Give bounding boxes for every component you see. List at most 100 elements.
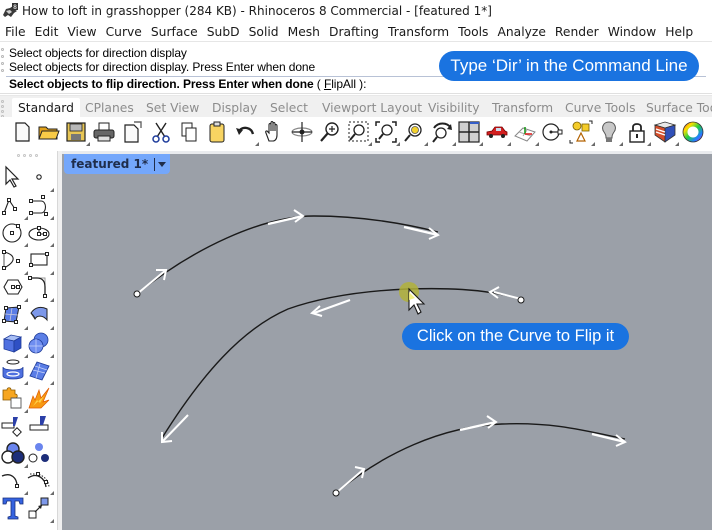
cplane-grid-icon[interactable] — [513, 120, 539, 146]
scale-icon[interactable] — [27, 496, 54, 523]
car-render-icon[interactable] — [485, 120, 511, 146]
curve-start-point — [332, 489, 340, 497]
zoom-selected-icon[interactable] — [402, 120, 428, 146]
boolean-icon[interactable] — [1, 441, 28, 468]
menu-view[interactable]: View — [62, 25, 96, 39]
split-icon[interactable] — [1, 413, 25, 437]
zoom-extents-icon[interactable] — [374, 120, 400, 146]
command-grip-handle[interactable] — [1, 48, 6, 78]
rectangle-icon[interactable] — [27, 248, 54, 275]
materials-icon[interactable] — [653, 120, 679, 146]
tab-curve-tools[interactable]: Curve Tools — [559, 98, 641, 118]
tab-surface-tools[interactable]: Surface Tools — [640, 98, 712, 118]
title-bar: 8 How to loft in grasshopper (284 KB) - … — [0, 0, 712, 22]
curve-bottom[interactable] — [332, 415, 627, 497]
menu-mesh[interactable]: Mesh — [283, 25, 320, 39]
menu-edit[interactable]: Edit — [30, 25, 59, 39]
direction-arrow — [335, 468, 365, 494]
zoom-window-icon[interactable] — [346, 120, 372, 146]
tab-standard[interactable]: Standard — [12, 98, 80, 118]
flipall-option[interactable]: FlipAll — [324, 77, 356, 91]
rotate-3d-icon[interactable] — [430, 120, 456, 146]
left-sidebar — [0, 151, 58, 530]
rhino-icon[interactable]: 8 — [2, 3, 18, 19]
menu-tools[interactable]: Tools — [453, 25, 488, 39]
fillet-icon[interactable] — [27, 275, 54, 302]
direction-arrow — [493, 291, 522, 300]
viewport-tab-label: featured 1* — [71, 157, 149, 171]
viewport-tab[interactable]: featured 1* — [64, 154, 171, 174]
viewport-menu-dropdown-icon[interactable] — [158, 161, 167, 167]
callout-click-flip: Click on the Curve to Flip it — [402, 323, 629, 350]
menu-analyze[interactable]: Analyze — [492, 25, 545, 39]
tab-viewport-layout[interactable]: Viewport Layout — [316, 98, 428, 118]
four-viewports-icon[interactable] — [457, 120, 483, 146]
properties-shapes-icon[interactable] — [569, 120, 595, 146]
menu-help[interactable]: Help — [660, 25, 693, 39]
curve-top[interactable] — [133, 209, 440, 298]
curve-middle[interactable] — [161, 286, 525, 444]
command-option-paren-open: ( — [313, 77, 324, 91]
circle-icon[interactable] — [1, 220, 28, 247]
cut-icon[interactable] — [149, 120, 173, 144]
menu-window[interactable]: Window — [603, 25, 657, 39]
tab-cplanes[interactable]: CPlanes — [79, 98, 140, 118]
menu-surface[interactable]: Surface — [146, 25, 198, 39]
tab-display[interactable]: Display — [206, 98, 263, 118]
undo-icon[interactable] — [233, 120, 259, 146]
standard-toolbar — [0, 117, 712, 151]
color-wheel-icon[interactable] — [681, 120, 705, 144]
direction-arrow — [136, 269, 167, 295]
menu-transform[interactable]: Transform — [383, 25, 449, 39]
tab-visibility[interactable]: Visibility — [422, 98, 486, 118]
polygon-icon[interactable] — [1, 275, 28, 302]
tab-set-view[interactable]: Set View — [140, 98, 205, 118]
command-option-paren-close: ): — [355, 77, 367, 91]
pan-hand-icon[interactable] — [261, 120, 285, 144]
menu-file[interactable]: File — [0, 25, 26, 39]
cylinder-icon[interactable] — [1, 358, 28, 385]
print-icon[interactable] — [92, 120, 116, 144]
paste-icon[interactable] — [205, 120, 229, 144]
light-bulb-icon[interactable] — [597, 120, 623, 146]
menu-drafting[interactable]: Drafting — [324, 25, 379, 39]
point-icon[interactable] — [27, 165, 54, 192]
points-icon[interactable] — [27, 441, 51, 465]
offset-icon[interactable] — [1, 468, 28, 495]
rotate-view-icon[interactable] — [290, 120, 314, 144]
select-arrow-icon[interactable] — [1, 165, 25, 189]
polyline-icon[interactable] — [1, 193, 28, 220]
zoom-icon[interactable] — [318, 120, 342, 144]
copy-icon[interactable] — [177, 120, 201, 144]
menu-subd[interactable]: SubD — [202, 25, 240, 39]
open-folder-icon[interactable] — [37, 120, 61, 144]
toolbar-tabs: Standard CPlanes Set View Display Select… — [0, 95, 712, 118]
curve-offset-icon[interactable] — [27, 468, 54, 495]
text-icon[interactable] — [1, 496, 25, 520]
sphere-union-icon[interactable] — [27, 331, 54, 358]
command-prompt[interactable]: Select objects to flip direction. Press … — [9, 77, 366, 91]
tab-transform[interactable]: Transform — [486, 98, 559, 118]
arc-icon[interactable] — [1, 248, 28, 275]
command-prompt-text: Select objects to flip direction. Press … — [9, 77, 314, 91]
tab-select[interactable]: Select — [264, 98, 314, 118]
sidebar-grip-handle[interactable] — [17, 154, 38, 157]
menu-solid[interactable]: Solid — [244, 25, 279, 39]
puzzle-icon[interactable] — [1, 386, 28, 413]
ellipse-icon[interactable] — [27, 220, 54, 247]
mesh-surface-icon[interactable] — [27, 358, 54, 385]
lock-icon[interactable] — [625, 120, 651, 146]
trim-icon[interactable] — [27, 413, 51, 437]
menu-render[interactable]: Render — [550, 25, 599, 39]
surface-edge-icon[interactable] — [27, 303, 54, 330]
import-icon[interactable] — [120, 120, 144, 144]
osnap-icon[interactable] — [541, 120, 565, 144]
new-file-icon[interactable] — [10, 120, 34, 144]
box-icon[interactable] — [1, 331, 28, 358]
menu-curve[interactable]: Curve — [101, 25, 142, 39]
save-icon[interactable] — [64, 120, 90, 146]
surface-corner-icon[interactable] — [1, 303, 28, 330]
curve-icon[interactable] — [27, 193, 54, 220]
explode-icon[interactable] — [27, 386, 51, 410]
curve-start-point — [133, 290, 141, 298]
